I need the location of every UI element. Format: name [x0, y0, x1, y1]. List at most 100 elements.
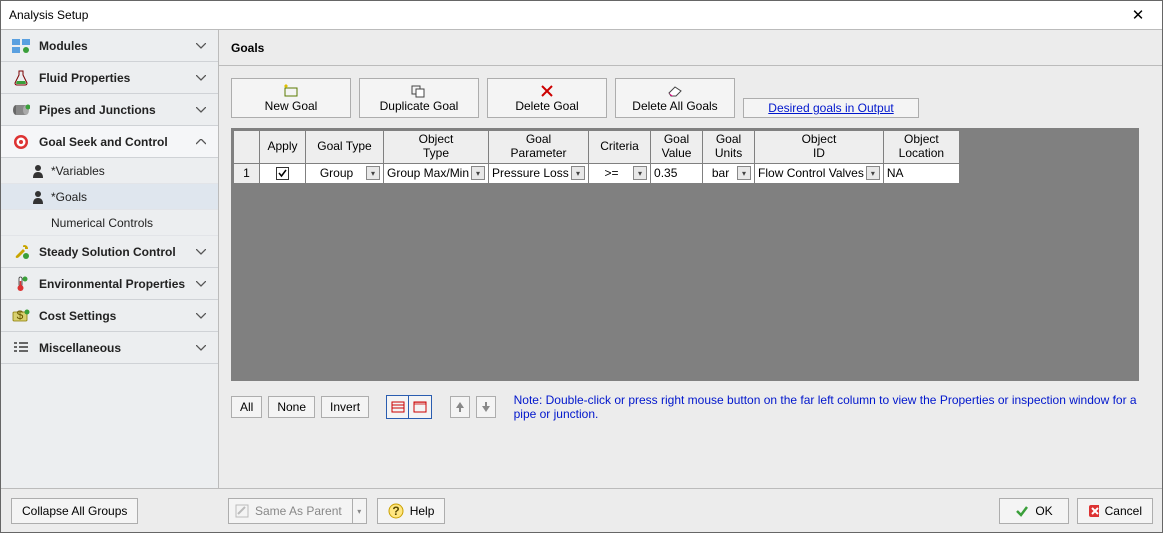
- select-none-button[interactable]: None: [268, 396, 315, 418]
- sidebar-group-cost[interactable]: $ Cost Settings: [1, 300, 218, 332]
- sidebar-label: Modules: [39, 39, 196, 53]
- sidebar-label: Pipes and Junctions: [39, 103, 196, 117]
- cell-object-type[interactable]: Group Max/Min▾: [384, 163, 489, 183]
- panel-title: Goals: [219, 30, 1162, 66]
- desired-goals-output-link[interactable]: Desired goals in Output: [743, 98, 919, 118]
- person-icon: [29, 163, 47, 179]
- col-goal-value[interactable]: GoalValue: [651, 131, 703, 164]
- sidebar-item-label: *Variables: [51, 164, 218, 178]
- apply-checkbox[interactable]: [276, 167, 289, 180]
- cell-goal-type[interactable]: Group▾: [306, 163, 384, 183]
- help-icon: ?: [388, 503, 404, 519]
- sidebar-label: Cost Settings: [39, 309, 196, 323]
- select-invert-button[interactable]: Invert: [321, 396, 369, 418]
- pipe-icon: [9, 101, 33, 119]
- new-icon: [282, 83, 300, 98]
- target-icon: [9, 133, 33, 151]
- grid-header-row: Apply Goal Type ObjectType GoalParameter…: [234, 131, 960, 164]
- chevron-down-icon: [196, 345, 210, 351]
- dropdown-icon[interactable]: ▾: [737, 166, 751, 180]
- move-up-button[interactable]: [450, 396, 470, 418]
- sidebar-item-goals[interactable]: *Goals: [1, 184, 218, 210]
- eraser-icon: [666, 83, 684, 98]
- chevron-down-icon: [196, 75, 210, 81]
- sidebar: Modules Fluid Properties Pipes and Junct…: [1, 30, 219, 488]
- cancel-icon: [1088, 504, 1099, 518]
- cell-goal-value[interactable]: 0.35: [651, 163, 703, 183]
- sidebar-group-fluid[interactable]: Fluid Properties: [1, 62, 218, 94]
- close-icon[interactable]: ✕: [1122, 6, 1154, 24]
- col-goal-type[interactable]: Goal Type: [306, 131, 384, 164]
- sidebar-label: Steady Solution Control: [39, 245, 196, 259]
- col-criteria[interactable]: Criteria: [589, 131, 651, 164]
- sidebar-group-modules[interactable]: Modules: [1, 30, 218, 62]
- col-object-type[interactable]: ObjectType: [384, 131, 489, 164]
- cell-apply[interactable]: [260, 163, 306, 183]
- list-icon: [9, 339, 33, 357]
- sidebar-group-steady[interactable]: Steady Solution Control: [1, 236, 218, 268]
- same-as-parent-button[interactable]: Same As Parent: [228, 498, 353, 524]
- delete-icon: [540, 83, 554, 98]
- sidebar-group-environmental[interactable]: Environmental Properties: [1, 268, 218, 300]
- chevron-down-icon: [196, 43, 210, 49]
- sidebar-item-label: Numerical Controls: [51, 216, 218, 230]
- sidebar-group-misc[interactable]: Miscellaneous: [1, 332, 218, 364]
- col-rownum[interactable]: [234, 131, 260, 164]
- cell-object-location[interactable]: NA: [883, 163, 959, 183]
- new-goal-button[interactable]: New Goal: [231, 78, 351, 118]
- move-down-button[interactable]: [476, 396, 496, 418]
- chevron-down-icon: [196, 107, 210, 113]
- chevron-down-icon: [196, 313, 210, 319]
- sidebar-label: Environmental Properties: [39, 277, 196, 291]
- sidebar-item-numerical-controls[interactable]: Numerical Controls: [1, 210, 218, 236]
- grid-row-style-b-button[interactable]: [409, 396, 431, 418]
- cell-goal-parameter[interactable]: Pressure Loss▾: [489, 163, 589, 183]
- dropdown-icon[interactable]: ▾: [366, 166, 380, 180]
- goals-grid: Apply Goal Type ObjectType GoalParameter…: [231, 128, 1139, 381]
- check-icon: [1015, 504, 1029, 518]
- cancel-button[interactable]: Cancel: [1077, 498, 1153, 524]
- cell-criteria[interactable]: >=▾: [589, 163, 651, 183]
- chevron-up-icon: [196, 139, 210, 145]
- dropdown-icon[interactable]: ▾: [471, 166, 485, 180]
- sidebar-group-pipes[interactable]: Pipes and Junctions: [1, 94, 218, 126]
- wrench-icon: [9, 243, 33, 261]
- sidebar-label: Miscellaneous: [39, 341, 196, 355]
- col-apply[interactable]: Apply: [260, 131, 306, 164]
- svg-text:$: $: [17, 309, 24, 322]
- modules-icon: [9, 37, 33, 55]
- dropdown-icon[interactable]: ▾: [571, 166, 585, 180]
- help-button[interactable]: ? Help: [377, 498, 446, 524]
- dropdown-icon[interactable]: ▾: [866, 166, 880, 180]
- sidebar-item-variables[interactable]: *Variables: [1, 158, 218, 184]
- delete-all-goals-button[interactable]: Delete All Goals: [615, 78, 735, 118]
- col-goal-parameter[interactable]: GoalParameter: [489, 131, 589, 164]
- person-icon: [29, 189, 47, 205]
- dropdown-icon[interactable]: ▾: [633, 166, 647, 180]
- col-goal-units[interactable]: GoalUnits: [703, 131, 755, 164]
- select-all-button[interactable]: All: [231, 396, 262, 418]
- sidebar-item-label: *Goals: [51, 190, 218, 204]
- window-title: Analysis Setup: [9, 8, 1122, 22]
- thermometer-icon: [9, 275, 33, 293]
- collapse-all-groups-button[interactable]: Collapse All Groups: [11, 498, 138, 524]
- chevron-down-icon: [196, 249, 210, 255]
- col-object-location[interactable]: ObjectLocation: [883, 131, 959, 164]
- duplicate-icon: [410, 83, 428, 98]
- col-object-id[interactable]: ObjectID: [755, 131, 884, 164]
- money-icon: $: [9, 307, 33, 325]
- edit-icon: [235, 504, 249, 518]
- same-as-parent-dropdown[interactable]: ▾: [353, 498, 367, 524]
- grid-note: Note: Double-click or press right mouse …: [514, 393, 1150, 421]
- cell-object-id[interactable]: Flow Control Valves▾: [755, 163, 884, 183]
- duplicate-goal-button[interactable]: Duplicate Goal: [359, 78, 479, 118]
- delete-goal-button[interactable]: Delete Goal: [487, 78, 607, 118]
- ok-button[interactable]: OK: [999, 498, 1069, 524]
- flask-icon: [9, 69, 33, 87]
- sidebar-group-goal-seek[interactable]: Goal Seek and Control: [1, 126, 218, 158]
- grid-row[interactable]: 1 Group▾ Group Max/Min▾ Pressure Loss▾ >…: [234, 163, 960, 183]
- sidebar-label: Goal Seek and Control: [39, 135, 196, 149]
- grid-row-style-a-button[interactable]: [387, 396, 409, 418]
- row-number[interactable]: 1: [234, 163, 260, 183]
- cell-goal-units[interactable]: bar▾: [703, 163, 755, 183]
